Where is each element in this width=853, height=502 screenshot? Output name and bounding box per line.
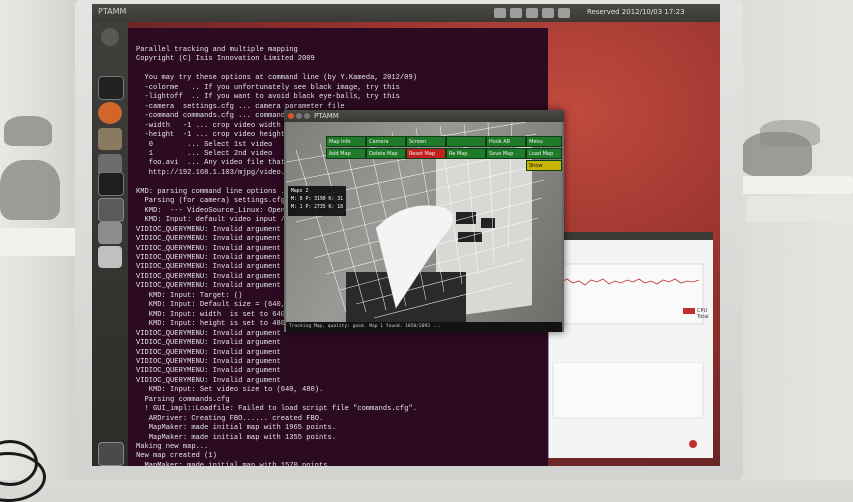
- menu-save-map[interactable]: Save Map: [486, 148, 526, 159]
- menu-add-map[interactable]: Add Map: [326, 148, 366, 159]
- ptamm-title: PTAMM: [314, 112, 339, 120]
- cpu-legend-label: CPU Total: [697, 308, 709, 320]
- map-info-line: Maps 2: [291, 189, 309, 194]
- network-icon[interactable]: [494, 8, 506, 18]
- keyboard-icon[interactable]: [510, 8, 522, 18]
- files-icon[interactable]: [98, 128, 122, 150]
- terminal-app-icon-2[interactable]: [98, 172, 124, 196]
- ptamm-window[interactable]: PTAMM Map Info Camera Screen Hook AR Men…: [284, 110, 564, 332]
- chair-left: [4, 116, 52, 146]
- topbar-title: PTAMM: [98, 7, 127, 16]
- map-info-line: M: 0 P: 3190 K: 31: [291, 197, 343, 202]
- desk-left: [0, 228, 78, 256]
- chair-left-near: [0, 160, 60, 220]
- battery-icon[interactable]: [542, 8, 554, 18]
- top-panel: PTAMM Reserved 2012/10/03 17:23: [92, 4, 720, 22]
- clock[interactable]: Reserved 2012/10/03 17:23: [587, 8, 685, 16]
- map-info-panel: Maps 2 M: 0 P: 3190 K: 31 M: 1 P: 2735 K…: [288, 186, 346, 216]
- close-icon[interactable]: [288, 113, 294, 119]
- menu-camera[interactable]: Camera: [366, 136, 406, 147]
- minimize-icon[interactable]: [296, 113, 302, 119]
- ar-cone: [375, 205, 454, 309]
- text-editor-icon[interactable]: [98, 246, 122, 268]
- chair-right-far: [760, 120, 820, 146]
- menu-hook-ar[interactable]: Hook AR: [486, 136, 526, 147]
- volume-icon[interactable]: [558, 8, 570, 18]
- maximize-icon[interactable]: [304, 113, 310, 119]
- menu-show[interactable]: Show: [526, 160, 562, 171]
- disk-icon[interactable]: [98, 222, 122, 244]
- ptamm-titlebar: PTAMM: [284, 110, 564, 122]
- desk-right-far: [746, 196, 853, 222]
- menu-re-map[interactable]: Re Map: [446, 148, 486, 159]
- menu-menu[interactable]: Menu: [526, 136, 562, 147]
- system-monitor-titlebar: [549, 232, 713, 240]
- menu-map-info[interactable]: Map Info: [326, 136, 366, 147]
- menu-load-map[interactable]: Load Map: [526, 148, 562, 159]
- launcher: [92, 22, 128, 466]
- map-info-line: M: 1 P: 2735 K: 18: [291, 205, 343, 210]
- ptamm-status-bar: Tracking Map, quality: good. Map 1 found…: [286, 322, 562, 332]
- cpu-legend-swatch: [683, 308, 695, 314]
- menu-blank[interactable]: [446, 136, 486, 147]
- memory-history-graph: [552, 362, 704, 419]
- ptamm-camera-view[interactable]: Map Info Camera Screen Hook AR Menu Add …: [286, 122, 562, 322]
- trash-icon[interactable]: [98, 442, 124, 466]
- menu-screen[interactable]: Screen: [406, 136, 446, 147]
- cpu-history-graph: [552, 263, 704, 325]
- desk-right: [738, 176, 853, 194]
- system-monitor-icon[interactable]: [98, 198, 124, 222]
- mail-icon[interactable]: [526, 8, 538, 18]
- menu-delete-map[interactable]: Delete Map: [366, 148, 406, 159]
- menu-reset-map[interactable]: Reset Map: [406, 148, 446, 159]
- firefox-icon[interactable]: [98, 102, 122, 124]
- memory-legend-swatch: [689, 440, 697, 448]
- terminal-app-icon[interactable]: [98, 76, 124, 100]
- system-monitor-window[interactable]: CPU Total: [548, 232, 713, 458]
- dash-icon[interactable]: [101, 28, 119, 46]
